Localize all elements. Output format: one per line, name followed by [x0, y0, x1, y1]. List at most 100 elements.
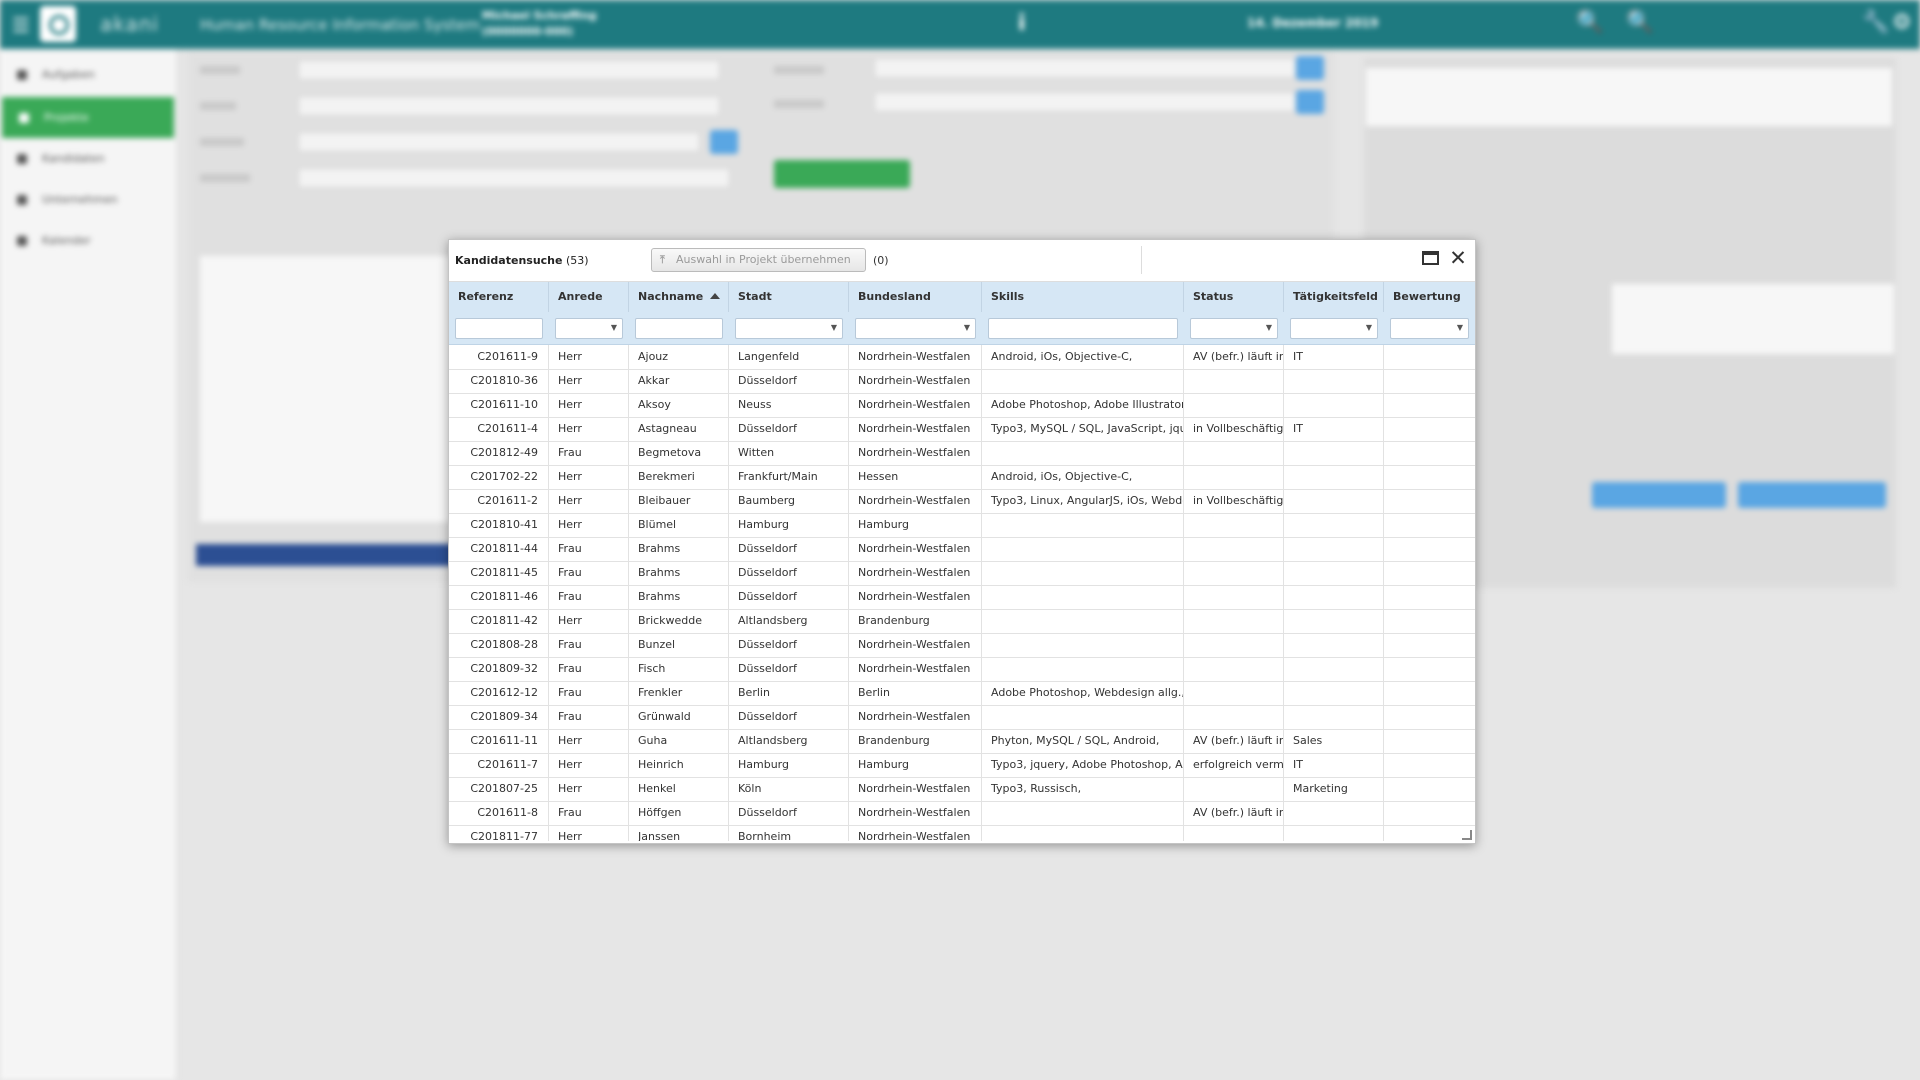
- cell-bundesland: Nordrhein-Westfalen: [849, 489, 982, 513]
- table-row[interactable]: C201810-41 Herr Blümel Hamburg Hamburg: [449, 513, 1475, 538]
- cell-bewertung: [1384, 801, 1475, 825]
- sidebar: Aufgaben Projekte Kandidaten Unternehmen…: [0, 49, 177, 1080]
- table-row[interactable]: C201611-7 Herr Heinrich Hamburg Hamburg Typo3…: [449, 753, 1475, 778]
- cell-status: [1184, 465, 1284, 489]
- cell-stadt: Düsseldorf: [729, 801, 849, 825]
- cell-nachname: Brickwedde: [629, 609, 729, 633]
- cell-nachname: Henkel: [629, 777, 729, 801]
- cell-status: [1184, 657, 1284, 681]
- table-row[interactable]: C201811-77 Herr Janssen Bornheim Nordrhein-W…: [449, 825, 1475, 841]
- cell-anrede: Herr: [549, 729, 629, 753]
- table-row[interactable]: C201612-12 Frau Frenkler Berlin Berlin Adobe …: [449, 681, 1475, 706]
- table-row[interactable]: C201812-49 Frau Begmetova Witten Nordrhein-W…: [449, 441, 1475, 466]
- cell-bundesland: Berlin: [849, 681, 982, 705]
- column-header-bundesland[interactable]: Bundesland: [849, 282, 982, 312]
- info-icon[interactable]: i: [1018, 11, 1026, 36]
- filter-nachname-input[interactable]: [635, 318, 723, 339]
- app-logo-icon: [40, 6, 76, 42]
- sidebar-item-kalender[interactable]: Kalender: [0, 220, 176, 261]
- cell-taetigkeitsfeld: Sales: [1284, 729, 1384, 753]
- cell-taetigkeitsfeld: [1284, 465, 1384, 489]
- table-row[interactable]: C201811-42 Herr Brickwedde Altlandsberg Bran…: [449, 609, 1475, 634]
- table-row[interactable]: C201809-32 Frau Fisch Düsseldorf Nordrhein-W…: [449, 657, 1475, 682]
- wrench-icon[interactable]: 🔧: [1862, 10, 1889, 35]
- column-header-stadt[interactable]: Stadt: [729, 282, 849, 312]
- cell-stadt: Langenfeld: [729, 345, 849, 369]
- table-row[interactable]: C201811-44 Frau Brahms Düsseldorf Nordrhein-…: [449, 537, 1475, 562]
- advanced-search-icon[interactable]: 🔍: [1626, 10, 1653, 35]
- column-header-nachname-label: Nachname: [638, 290, 704, 303]
- table-row[interactable]: C201811-45 Frau Brahms Düsseldorf Nordrhein-…: [449, 561, 1475, 586]
- gear-icon[interactable]: ⚙: [1892, 10, 1912, 35]
- filter-skills-input[interactable]: [988, 318, 1178, 339]
- table-row[interactable]: C201611-10 Herr Aksoy Neuss Nordrhein-Westfa…: [449, 393, 1475, 418]
- cell-referenz: C201811-45: [449, 561, 549, 585]
- column-header-anrede[interactable]: Anrede: [549, 282, 629, 312]
- filter-stadt-select[interactable]: [735, 318, 843, 339]
- table-row[interactable]: C201808-28 Frau Bunzel Düsseldorf Nordrhein-…: [449, 633, 1475, 658]
- table-row[interactable]: C201611-4 Herr Astagneau Düsseldorf Nordrhei…: [449, 417, 1475, 442]
- filter-bewertung-select[interactable]: [1390, 318, 1469, 339]
- column-header-referenz[interactable]: Referenz: [449, 282, 549, 312]
- cell-referenz: C201611-7: [449, 753, 549, 777]
- titlebar-divider: [1141, 246, 1142, 274]
- table-row[interactable]: C201810-36 Herr Akkar Düsseldorf Nordrhein-W…: [449, 369, 1475, 394]
- cell-skills: [982, 825, 1184, 841]
- resize-handle-icon[interactable]: [1462, 830, 1472, 840]
- cell-bewertung: [1384, 705, 1475, 729]
- table-row[interactable]: C201611-2 Herr Bleibauer Baumberg Nordrhein-…: [449, 489, 1475, 514]
- cell-skills: [982, 585, 1184, 609]
- sidebar-item-projekte[interactable]: Projekte: [2, 97, 174, 138]
- column-header-skills[interactable]: Skills: [982, 282, 1184, 312]
- top-bar: ☰ akani Human Resource Information Syste…: [0, 0, 1920, 49]
- table-row[interactable]: C201807-25 Herr Henkel Köln Nordrhein-Westfa…: [449, 777, 1475, 802]
- cell-stadt: Hamburg: [729, 753, 849, 777]
- cell-bewertung: [1384, 489, 1475, 513]
- filter-anrede-select[interactable]: [555, 318, 623, 339]
- cell-status: AV (befr.) läuft in: [1184, 801, 1284, 825]
- cell-anrede: Herr: [549, 609, 629, 633]
- cell-stadt: Düsseldorf: [729, 585, 849, 609]
- column-header-bewertung[interactable]: Bewertung: [1384, 282, 1475, 312]
- close-icon[interactable]: ✕: [1449, 246, 1467, 270]
- column-header-status[interactable]: Status: [1184, 282, 1284, 312]
- column-header-taetigkeitsfeld[interactable]: Tätigkeitsfeld: [1284, 282, 1384, 312]
- cell-bundesland: Nordrhein-Westfalen: [849, 705, 982, 729]
- cell-bundesland: Hamburg: [849, 513, 982, 537]
- current-date: 14. Dezember 2019: [1247, 16, 1379, 30]
- cell-bewertung: [1384, 609, 1475, 633]
- sidebar-item-aufgaben[interactable]: Aufgaben: [0, 54, 176, 95]
- maximize-icon[interactable]: [1422, 251, 1439, 265]
- filter-taetigkeitsfeld-select[interactable]: [1290, 318, 1378, 339]
- sidebar-item-unternehmen[interactable]: Unternehmen: [0, 179, 176, 220]
- cell-taetigkeitsfeld: [1284, 585, 1384, 609]
- dialog-title-text: Kandidatensuche: [455, 254, 563, 267]
- sort-ascending-icon: [710, 293, 720, 299]
- hamburger-menu-icon[interactable]: ☰: [12, 13, 30, 37]
- table-row[interactable]: C201702-22 Herr Berekmeri Frankfurt/Main Hes…: [449, 465, 1475, 490]
- cell-nachname: Brahms: [629, 585, 729, 609]
- cell-taetigkeitsfeld: [1284, 561, 1384, 585]
- sidebar-item-kandidaten[interactable]: Kandidaten: [0, 138, 176, 179]
- column-header-nachname[interactable]: Nachname: [629, 282, 729, 312]
- cell-skills: [982, 513, 1184, 537]
- cell-nachname: Frenkler: [629, 681, 729, 705]
- cell-bundesland: Nordrhein-Westfalen: [849, 441, 982, 465]
- cell-taetigkeitsfeld: IT: [1284, 417, 1384, 441]
- filter-status-select[interactable]: [1190, 318, 1278, 339]
- table-row[interactable]: C201611-11 Herr Guha Altlandsberg Brandenbur…: [449, 729, 1475, 754]
- table-row[interactable]: C201811-46 Frau Brahms Düsseldorf Nordrhein-…: [449, 585, 1475, 610]
- filter-bundesland-select[interactable]: [855, 318, 976, 339]
- table-row[interactable]: C201809-34 Frau Grünwald Düsseldorf Nordrhei…: [449, 705, 1475, 730]
- cell-bundesland: Nordrhein-Westfalen: [849, 777, 982, 801]
- table-row[interactable]: C201611-9 Herr Ajouz Langenfeld Nordrhein-We…: [449, 345, 1475, 370]
- table-row[interactable]: C201611-8 Frau Höffgen Düsseldorf Nordrhein-…: [449, 801, 1475, 826]
- cell-skills: [982, 705, 1184, 729]
- cell-stadt: Bornheim: [729, 825, 849, 841]
- cell-skills: [982, 609, 1184, 633]
- search-icon[interactable]: 🔍: [1576, 10, 1603, 35]
- filter-referenz-input[interactable]: [455, 318, 543, 339]
- cell-bundesland: Nordrhein-Westfalen: [849, 825, 982, 841]
- adopt-selection-button[interactable]: ⤒ Auswahl in Projekt übernehmen: [651, 248, 866, 272]
- cell-referenz: C201811-46: [449, 585, 549, 609]
